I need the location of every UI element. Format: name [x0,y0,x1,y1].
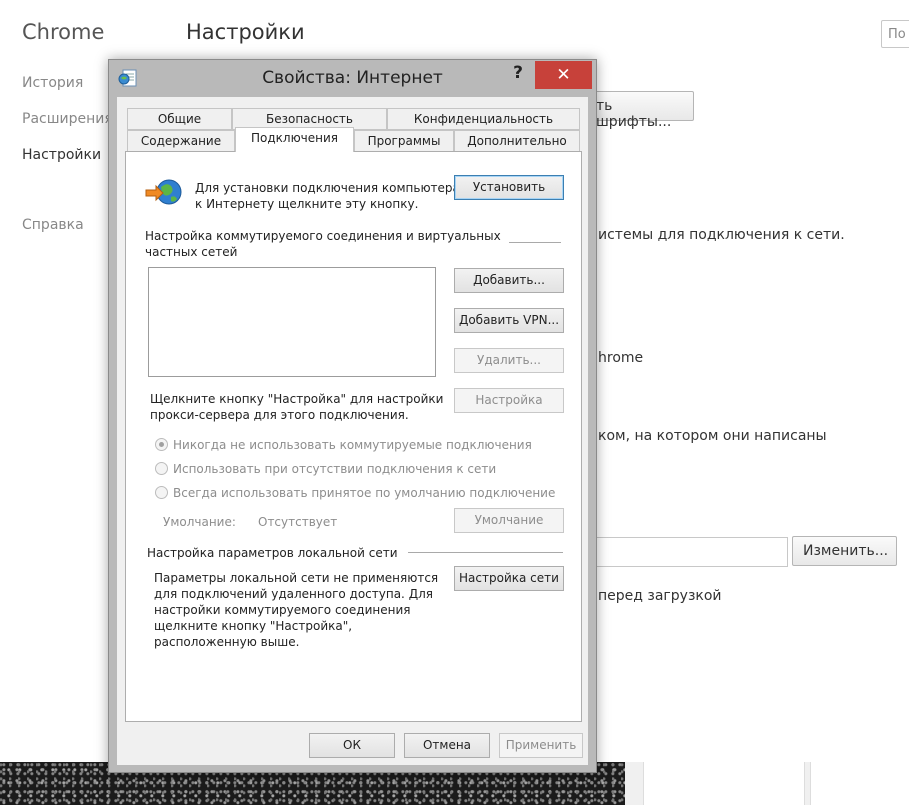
search-input[interactable]: По [881,20,909,48]
dialup-header-2: частных сетей [145,245,238,259]
setup-button[interactable]: Установить [454,175,564,200]
tab-general[interactable]: Общие [127,108,232,130]
dialup-separator [509,242,561,243]
radio-always-dial-default-label: Всегда использовать принятое по умолчани… [173,486,556,500]
connections-panel: Для установки подключения компьютера к И… [125,151,582,722]
lan-text-2: для подключений удаленного доступа. Для [154,587,433,601]
connections-list[interactable] [148,267,436,377]
chrome-brand: Chrome [22,20,105,44]
dialog-client-area: Общие Безопасность Конфиденциальность Со… [117,97,588,765]
close-button[interactable]: ✕ [535,61,592,89]
radio-dial-when-no-network-label: Использовать при отсутствии подключения … [173,462,497,476]
tab-advanced[interactable]: Дополнительно [454,130,580,152]
sidebar-item-extensions[interactable]: Расширения [22,111,113,127]
settings-button[interactable]: Настройка [454,388,564,413]
apply-button[interactable]: Применить [499,733,583,758]
connect-globe-icon [145,179,182,205]
lan-text-3: настройки коммутируемого соединения [154,603,411,617]
customize-fonts-button[interactable]: ть шрифты... [585,91,694,130]
ok-button[interactable]: ОК [309,733,395,758]
dialup-header-1: Настройка коммутируемого соединения и ви… [145,229,501,243]
sidebar-item-help[interactable]: Справка [22,217,84,233]
lan-settings-button[interactable]: Настройка сети [454,566,564,591]
default-label: Умолчание: [163,515,236,529]
cancel-button[interactable]: Отмена [404,733,490,758]
lan-text-4: щелкните кнопку "Настройка", [154,619,353,633]
tab-content[interactable]: Содержание [127,130,235,152]
change-button[interactable]: Изменить... [792,536,897,566]
internet-properties-dialog: Свойства: Интернет ? ✕ Общие Безопасност… [108,59,597,773]
ask-before-download-text: перед загрузкой [598,588,722,604]
radio-always-dial-default[interactable] [155,486,168,499]
background-frame [625,762,909,805]
lan-text-5: расположенную выше. [154,635,300,649]
default-value: Отсутствует [258,515,338,529]
add-button[interactable]: Добавить... [454,268,564,293]
proxy-text-1: Щелкните кнопку "Настройка" для настройк… [150,392,444,406]
lan-separator [408,552,563,553]
page-title: Настройки [186,20,305,44]
setup-text-1: Для установки подключения компьютера [195,181,460,195]
tab-programs[interactable]: Программы [354,130,454,152]
radio-dial-when-no-network[interactable] [155,462,168,475]
radio-never-dial[interactable] [155,438,168,451]
sidebar-item-history[interactable]: История [22,75,83,91]
remove-button[interactable]: Удалить... [454,348,564,373]
tab-privacy[interactable]: Конфиденциальность [387,108,580,130]
lan-header: Настройка параметров локальной сети [147,546,398,560]
dialog-titlebar[interactable]: Свойства: Интернет ? ✕ [109,60,596,96]
add-vpn-button[interactable]: Добавить VPN... [454,308,564,333]
sidebar-item-settings[interactable]: Настройки [22,147,101,163]
proxy-text-2: прокси-сервера для этого подключения. [150,408,409,422]
tab-connections[interactable]: Подключения [235,127,354,152]
help-button[interactable]: ? [507,63,529,85]
language-text: ком, на котором они написаны [598,428,827,444]
radio-never-dial-label: Никогда не использовать коммутируемые по… [173,438,532,452]
setup-text-2: к Интернету щелкните эту кнопку. [195,197,419,211]
network-settings-text: истемы для подключения к сети. [598,227,845,243]
lan-text-1: Параметры локальной сети не применяются [154,571,439,585]
set-default-button[interactable]: Умолчание [454,508,564,533]
download-location-field[interactable] [590,537,788,567]
chrome-text: hrome [598,350,644,366]
